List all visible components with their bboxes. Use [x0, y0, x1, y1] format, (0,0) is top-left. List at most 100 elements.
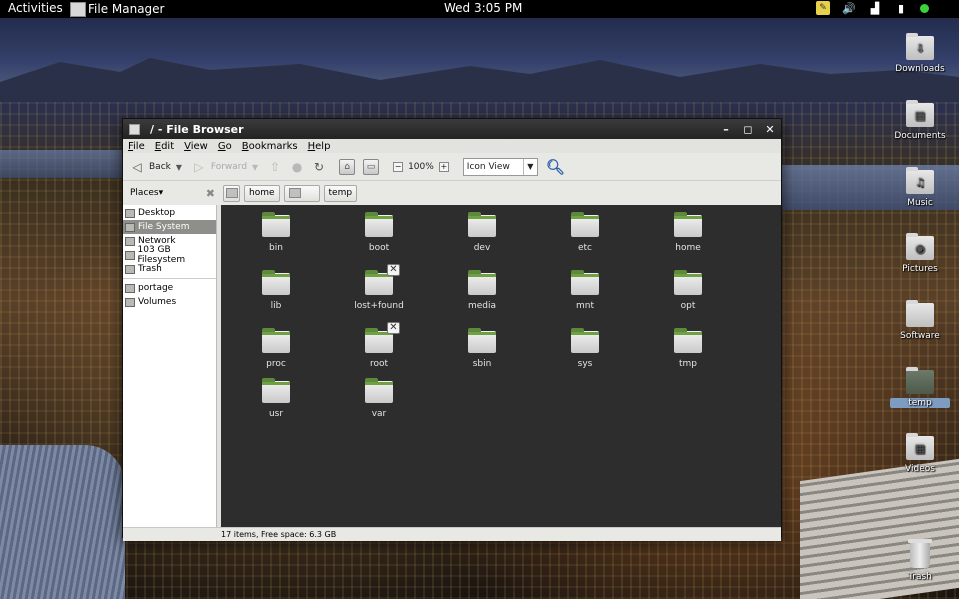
folder-item-usr[interactable]: usr	[241, 378, 311, 419]
desktop-icon-label: Downloads	[895, 64, 945, 74]
desktop-icon-temp[interactable]: temp	[890, 367, 950, 408]
folder-item-dev[interactable]: dev	[447, 212, 517, 253]
app-menu[interactable]: File Manager	[70, 0, 165, 18]
menu-go[interactable]: Go	[218, 141, 232, 152]
folder-item-sys[interactable]: sys	[550, 328, 620, 369]
view-mode-select[interactable]: Icon View ▼	[462, 157, 538, 176]
desktop-icon-pictures[interactable]: ◉ Pictures	[890, 233, 950, 274]
folder-item-root[interactable]: ✕ root	[344, 322, 414, 369]
menu-view[interactable]: View	[184, 141, 208, 152]
close-icon[interactable]: ✕	[765, 123, 775, 136]
battery-icon[interactable]: ▮	[894, 1, 908, 15]
folder-label: usr	[268, 409, 284, 419]
folder-item-media[interactable]: media	[447, 270, 517, 311]
menu-help[interactable]: Help	[308, 141, 331, 152]
places-dropdown[interactable]: Places	[130, 188, 159, 198]
home-folder-icon[interactable]: ⌂	[339, 158, 356, 175]
network-signal-icon[interactable]: ▟	[868, 1, 882, 15]
folder-icon	[674, 270, 702, 295]
clock[interactable]: Wed 3:05 PM	[444, 1, 522, 15]
back-arrow-icon: ◁	[132, 159, 142, 174]
desktop-icon-documents[interactable]: ▤ Documents	[890, 100, 950, 141]
folder-icon	[262, 212, 290, 237]
back-button[interactable]: ◁ Back ▾	[129, 159, 183, 175]
path-button-temp[interactable]: temp	[323, 184, 358, 202]
places-sidebar: Desktop File System Network 103 GB Files…	[123, 205, 217, 527]
menu-file[interactable]: File	[128, 141, 145, 152]
sidebar-separator	[123, 278, 216, 279]
folder-label: lost+found	[354, 301, 404, 311]
folder-item-sbin[interactable]: sbin	[447, 328, 517, 369]
path-button-root[interactable]	[283, 184, 320, 202]
folder-item-home[interactable]: home	[653, 212, 723, 253]
sidebar-item-desktop[interactable]: Desktop	[123, 206, 216, 220]
back-label: Back	[149, 161, 171, 172]
folder-item-etc[interactable]: etc	[550, 212, 620, 253]
window-title: / - File Browser	[150, 122, 244, 136]
trash-icon	[125, 264, 135, 274]
filesystem-icon	[125, 222, 135, 232]
folder-label: media	[467, 301, 497, 311]
sidebar-item-file-system[interactable]: File System	[123, 220, 216, 234]
menubar: File Edit View Go Bookmarks Help	[123, 139, 781, 153]
sidebar-item-103gb-filesystem[interactable]: 103 GB Filesystem	[123, 245, 216, 265]
computer-icon[interactable]: ▭	[363, 158, 380, 175]
folder-icon	[468, 212, 496, 237]
forward-history-icon[interactable]: ▾	[251, 159, 259, 175]
sidebar-item-volumes[interactable]: Volumes	[123, 295, 216, 309]
folder-icon	[571, 212, 599, 237]
zoom-out-icon[interactable]: −	[393, 161, 404, 172]
forward-button[interactable]: ▷ Forward ▾	[191, 159, 259, 175]
desktop-icon-downloads[interactable]: ⇩ Downloads	[890, 33, 950, 74]
notes-icon[interactable]: ✎	[816, 1, 830, 15]
zoom-level[interactable]: 100%	[408, 162, 434, 172]
activities-button[interactable]: Activities	[8, 1, 63, 15]
window-titlebar[interactable]: / - File Browser – ◻ ✕	[123, 119, 781, 139]
status-text: 17 items, Free space: 6.3 GB	[221, 530, 337, 539]
folder-item-lib[interactable]: lib	[241, 270, 311, 311]
zoom-in-icon[interactable]: +	[438, 161, 449, 172]
folder-icon	[125, 297, 135, 307]
location-bar: Places ▾ ✖ home temp	[123, 181, 781, 205]
sidebar-item-portage[interactable]: portage	[123, 281, 216, 295]
app-menu-label: File Manager	[88, 2, 165, 16]
desktop-icon-videos[interactable]: ▦ Videos	[890, 433, 950, 474]
up-icon[interactable]: ⇧	[267, 159, 283, 175]
folder-icon	[468, 328, 496, 353]
status-online-icon[interactable]	[920, 3, 929, 13]
folder-item-var[interactable]: var	[344, 378, 414, 419]
folder-icon	[571, 328, 599, 353]
close-sidebar-icon[interactable]: ✖	[206, 187, 215, 200]
minimize-icon[interactable]: –	[721, 123, 731, 136]
folder-item-tmp[interactable]: tmp	[653, 328, 723, 369]
path-button-home[interactable]: home	[244, 184, 280, 202]
camera-icon: ◉	[906, 233, 934, 260]
location-toggle-button[interactable]	[223, 184, 240, 202]
menu-bookmarks[interactable]: Bookmarks	[242, 141, 298, 152]
reload-icon[interactable]: ↻	[311, 159, 327, 175]
stop-icon[interactable]: ●	[289, 159, 305, 175]
folder-item-proc[interactable]: proc	[241, 328, 311, 369]
maximize-icon[interactable]: ◻	[743, 123, 753, 136]
no-access-emblem-icon: ✕	[387, 264, 400, 276]
desktop-icon-trash[interactable]: Trash	[890, 539, 950, 582]
desktop-icon-music[interactable]: ♫ Music	[890, 167, 950, 208]
volume-icon[interactable]: 🔊	[842, 1, 856, 15]
search-icon[interactable]: 🔍︎	[546, 158, 565, 176]
folder-icon	[571, 270, 599, 295]
back-history-icon[interactable]: ▾	[175, 159, 183, 175]
desktop-icon-software[interactable]: Software	[890, 300, 950, 341]
folder-item-bin[interactable]: bin	[241, 212, 311, 253]
sidebar-item-label: portage	[138, 283, 174, 293]
wallpaper-stadium	[0, 445, 125, 599]
chevron-down-icon[interactable]: ▾	[159, 188, 164, 198]
desktop-icon-label: Music	[907, 198, 933, 208]
folder-item-lost-found[interactable]: ✕ lost+found	[344, 264, 414, 311]
file-icon-view[interactable]: bin boot dev etc home lib ✕ lost+found media mnt o…	[221, 205, 781, 527]
folder-item-boot[interactable]: boot	[344, 212, 414, 253]
folder-item-opt[interactable]: opt	[653, 270, 723, 311]
folder-item-mnt[interactable]: mnt	[550, 270, 620, 311]
menu-edit[interactable]: Edit	[155, 141, 174, 152]
window-menu-icon[interactable]	[129, 123, 140, 135]
folder-label: var	[371, 409, 387, 419]
